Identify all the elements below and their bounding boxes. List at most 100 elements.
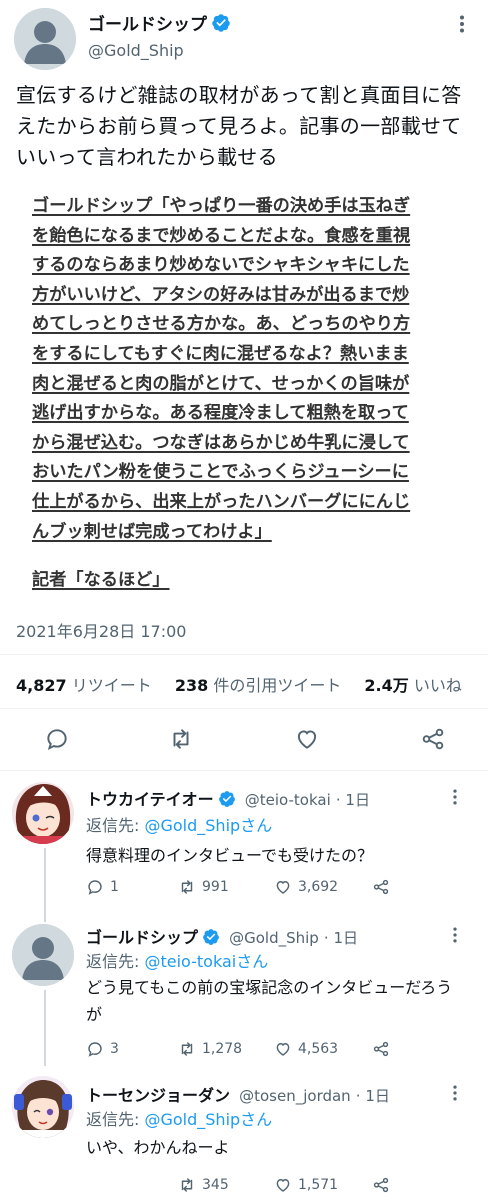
- share-icon: [372, 1040, 390, 1058]
- quote-line: 方がいいけど、アタシの好みは甘みが出るまで炒: [32, 284, 410, 305]
- reply-count: 1: [110, 879, 119, 895]
- like-label[interactable]: いいね: [414, 676, 462, 695]
- reply-time[interactable]: · 1日: [356, 1087, 390, 1105]
- reply-to-label: 返信先:: [86, 952, 145, 971]
- thread-line: [44, 990, 46, 1066]
- reply-to-link[interactable]: @Gold_Shipさん: [144, 816, 272, 835]
- retweet-button[interactable]: 991: [178, 878, 229, 896]
- like-heart-icon: [274, 1040, 292, 1058]
- reply-header: トウカイテイオー @teio-tokai · 1日: [86, 786, 370, 810]
- reply-button[interactable]: 1: [86, 878, 119, 896]
- engagement-stats: 4,827 リツイート 238 件の引用ツイート 2.4万 いいね: [16, 672, 480, 696]
- reply-to-label: 返信先:: [86, 816, 145, 835]
- share-button[interactable]: [372, 1176, 390, 1194]
- retweet-icon: [178, 878, 196, 896]
- more-options-icon[interactable]: [446, 926, 464, 944]
- retweet-button[interactable]: 1,278: [178, 1040, 242, 1058]
- share-button[interactable]: [372, 878, 390, 896]
- quote-line: おいたパン粉を使うことでふっくらジューシーに: [32, 462, 409, 483]
- quote-line: 仕上がるから、出来上がったハンバーグににんじ: [32, 491, 411, 512]
- reply-to: 返信先: @Gold_Shipさん: [86, 1106, 272, 1130]
- reply-time[interactable]: · 1日: [324, 929, 358, 947]
- reply-to-link[interactable]: @teio-tokaiさん: [144, 952, 268, 971]
- more-options-icon[interactable]: [446, 788, 464, 806]
- reply-time[interactable]: · 1日: [336, 791, 370, 809]
- like-count[interactable]: 2.4万: [364, 676, 408, 695]
- like-heart-icon: [274, 1176, 292, 1194]
- share-icon: [372, 878, 390, 896]
- retweet-count: 1,278: [202, 1041, 243, 1057]
- retweet-icon: [178, 1176, 196, 1194]
- like-count: 1,571: [298, 1177, 339, 1193]
- share-icon[interactable]: [420, 726, 446, 752]
- tweet-text: 宣伝するけど雑誌の取材があって割と真面目に答えたからお前ら買って見ろよ。記事の一…: [16, 83, 462, 169]
- like-button[interactable]: 1,571: [274, 1176, 338, 1194]
- retweet-icon: [178, 1040, 196, 1058]
- more-options-icon[interactable]: [452, 14, 472, 34]
- reply-handle[interactable]: @teio-tokai: [245, 791, 331, 809]
- quote-line: ゴールドシップ「やっぱり一番の決め手は玉ねぎ: [32, 196, 411, 216]
- reply-display-name[interactable]: トウカイテイオー: [86, 790, 214, 809]
- like-button[interactable]: 3,692: [274, 878, 338, 896]
- reporter-line: 記者「なるほど」: [32, 570, 170, 590]
- reply-avatar-teio[interactable]: [12, 782, 74, 844]
- quote-line: するのならあまり炒めないでシャキシャキにした: [32, 255, 410, 276]
- reply-button[interactable]: 3: [86, 1040, 119, 1058]
- display-name[interactable]: ゴールドシップ: [88, 15, 207, 35]
- like-heart-icon[interactable]: [294, 726, 320, 752]
- verified-badge-icon: [211, 13, 231, 33]
- reply-header: トーセンジョーダン @tosen_jordan · 1日: [86, 1082, 390, 1106]
- like-button[interactable]: 4,563: [274, 1040, 338, 1058]
- reply-handle[interactable]: @Gold_Ship: [229, 929, 319, 947]
- divider: [0, 770, 488, 771]
- verified-badge-icon: [218, 790, 236, 808]
- share-icon: [372, 1176, 390, 1194]
- reply-to-link[interactable]: @Gold_Shipさん: [144, 1110, 272, 1129]
- more-options-icon[interactable]: [446, 1084, 464, 1102]
- reply-display-name[interactable]: ゴールドシップ: [86, 928, 198, 947]
- divider: [0, 708, 488, 709]
- thread-line: [44, 848, 46, 922]
- handle[interactable]: @Gold_Ship: [88, 41, 231, 60]
- retweet-icon[interactable]: [168, 726, 194, 752]
- reply-header: ゴールドシップ @Gold_Ship · 1日: [86, 924, 358, 948]
- reply-to: 返信先: @teio-tokaiさん: [86, 948, 268, 972]
- reply-text: いや、わかんねーよ: [86, 1138, 230, 1157]
- retweet-count[interactable]: 4,827: [16, 676, 67, 695]
- like-count: 4,563: [298, 1041, 339, 1057]
- divider: [0, 654, 488, 655]
- retweet-count: 345: [202, 1177, 229, 1193]
- reply-to: 返信先: @Gold_Shipさん: [86, 812, 272, 836]
- author-block: ゴールドシップ @Gold_Ship: [88, 10, 231, 60]
- like-heart-icon: [274, 878, 292, 896]
- quote-line: 肉と混ぜると肉の脂がとけて、せっかくの旨味が: [32, 373, 410, 394]
- like-count: 3,692: [298, 879, 339, 895]
- reply-text: どう見てもこの前の宝塚記念のインタビューだろうが: [86, 978, 453, 1024]
- quote-line: んブッ刺せば完成ってわけよ」: [32, 521, 272, 542]
- quote-line: から混ぜ込む。つなぎはあらかじめ牛乳に浸して: [32, 432, 410, 453]
- share-button[interactable]: [372, 1040, 390, 1058]
- reply-text: 得意料理のインタビューでも受けたの？: [86, 846, 374, 865]
- tweet-timestamp[interactable]: 2021年6月28日 17:00: [16, 618, 186, 642]
- reply-icon: [86, 878, 104, 896]
- reply-to-label: 返信先:: [86, 1110, 145, 1129]
- reply-handle[interactable]: @tosen_jordan: [239, 1087, 351, 1105]
- retweet-button[interactable]: 345: [178, 1176, 229, 1194]
- quote-line: をするにしてもすぐに肉に混ぜるなよ？熱いまま: [32, 343, 409, 364]
- quote-count[interactable]: 238: [175, 676, 208, 695]
- retweet-count: 991: [202, 879, 229, 895]
- reply-avatar-tosen[interactable]: [12, 1076, 74, 1138]
- reply-count: 3: [110, 1041, 119, 1057]
- quote-line: 逃げ出すからな。ある程度冷まして粗熱を取って: [32, 403, 409, 424]
- quote-line: めてしっとりさせる方かな。あ、どっちのやり方: [32, 314, 411, 335]
- quoted-article-text: ゴールドシップ「やっぱり一番の決め手は玉ねぎ を飴色になるまで炒めることだよな。…: [32, 192, 462, 547]
- reply-display-name[interactable]: トーセンジョーダン: [86, 1086, 230, 1105]
- quote-label[interactable]: 件の引用ツイート: [213, 676, 341, 695]
- reply-icon[interactable]: [44, 726, 70, 752]
- avatar[interactable]: [14, 8, 76, 70]
- verified-badge-icon: [202, 928, 220, 946]
- reply-avatar-goldship[interactable]: [12, 924, 74, 986]
- quote-line: を飴色になるまで炒めることだよな。食感を重視: [32, 225, 411, 246]
- reply-icon: [86, 1040, 104, 1058]
- retweet-label[interactable]: リツイート: [72, 676, 152, 695]
